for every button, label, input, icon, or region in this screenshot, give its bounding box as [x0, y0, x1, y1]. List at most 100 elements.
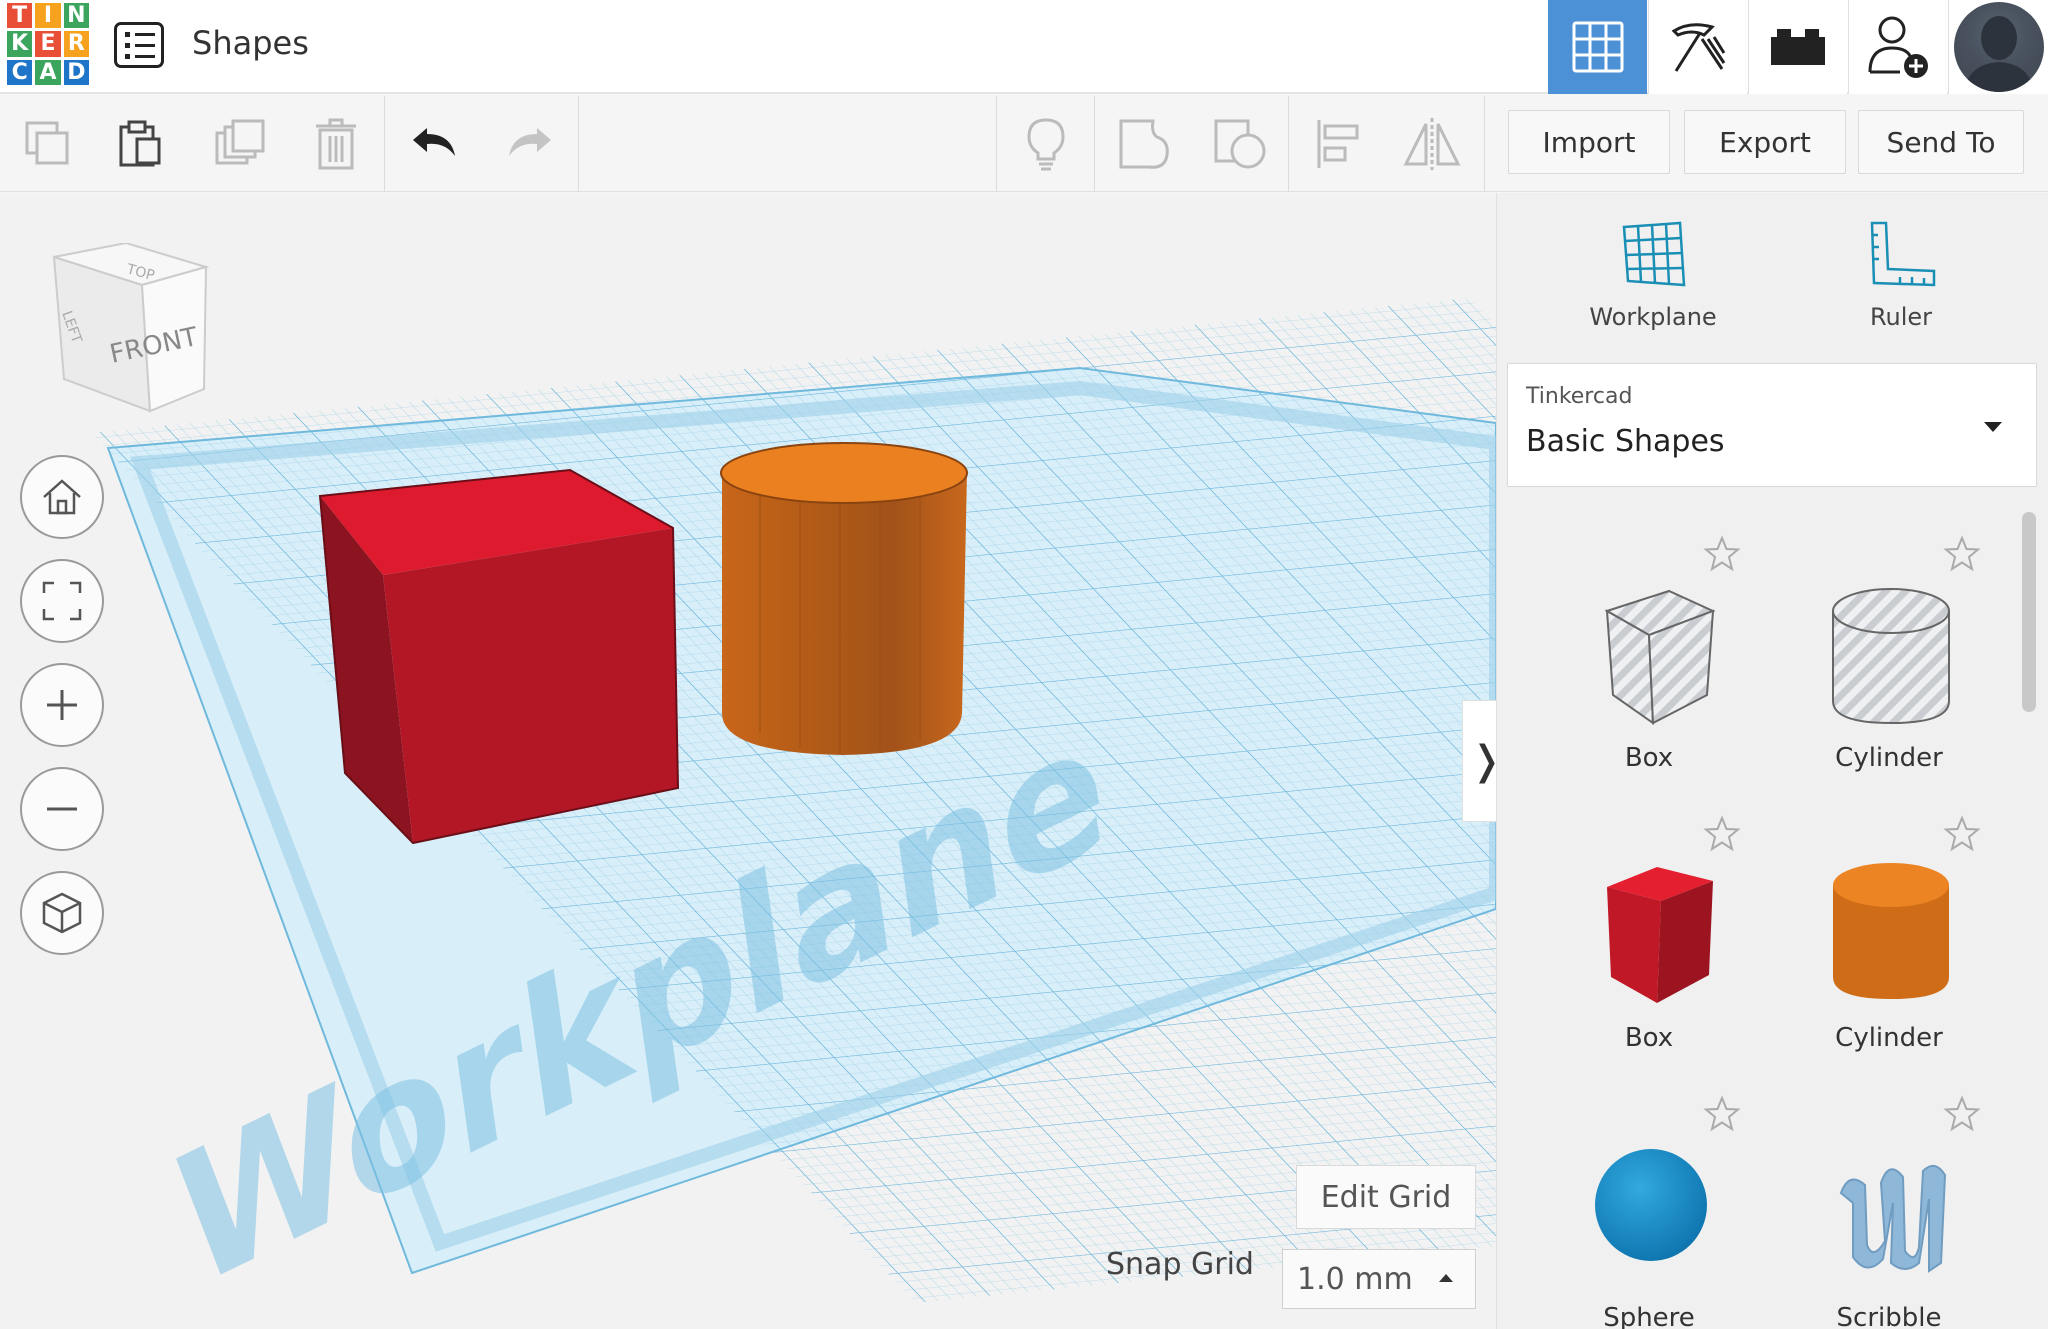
toolbar-divider: [384, 96, 385, 192]
ungroup-button[interactable]: [1210, 114, 1270, 174]
snap-grid-label: Snap Grid: [1106, 1247, 1254, 1282]
notes-button[interactable]: [1016, 114, 1076, 174]
logo-letter: I: [35, 3, 61, 29]
3d-design-button[interactable]: [1548, 0, 1647, 94]
shape-item[interactable]: Sphere: [1529, 1075, 1769, 1329]
shapes-panel: Workplane Ruler Tinkercad Basic Shapes B…: [1496, 193, 2048, 1329]
library-name: Basic Shapes: [1526, 424, 1725, 459]
shape-item[interactable]: Box: [1529, 515, 1769, 775]
star-icon[interactable]: [1943, 815, 1981, 853]
3d-viewport[interactable]: Workplane TOP LEFT FRONT Edit Grid Snap …: [0, 193, 1496, 1329]
top-bar: T I N K E R C A D Shapes: [0, 0, 2048, 94]
logo-letter: T: [7, 3, 33, 29]
snap-grid-value: 1.0 mm: [1297, 1261, 1413, 1297]
shape-label: Box: [1624, 743, 1674, 773]
workplane-scene[interactable]: Workplane: [0, 193, 1496, 1329]
toolbar-divider: [1484, 96, 1485, 192]
tinkercad-logo[interactable]: T I N K E R C A D: [4, 0, 92, 88]
shape-list: Box Cylinder Box Cylinder Sphere Scribbl…: [1497, 503, 2027, 1329]
mirror-icon: [1403, 118, 1461, 170]
chevron-up-icon: [1439, 1274, 1453, 1282]
shape-list-scrollbar[interactable]: [2022, 512, 2036, 712]
star-icon[interactable]: [1943, 1095, 1981, 1133]
paste-button[interactable]: [110, 114, 170, 174]
shape-label: Box: [1624, 1023, 1674, 1053]
shape-label: Cylinder: [1835, 1023, 1943, 1053]
duplicate-button[interactable]: [210, 114, 270, 174]
group-icon: [1119, 119, 1169, 169]
copy-button[interactable]: [18, 114, 78, 174]
workplane-icon: [1622, 221, 1686, 287]
star-icon[interactable]: [1703, 535, 1741, 573]
send-to-button[interactable]: Send To: [1858, 110, 2024, 174]
codeblocks-icon: [1671, 23, 1726, 72]
mirror-button[interactable]: [1402, 114, 1462, 174]
design-list-button[interactable]: [114, 22, 164, 68]
trash-icon: [316, 118, 356, 170]
invite-user-button[interactable]: [1848, 0, 1947, 94]
logo-letter: C: [7, 59, 33, 85]
edit-grid-button[interactable]: Edit Grid: [1296, 1165, 1476, 1229]
paste-icon: [119, 120, 161, 167]
edit-toolbar: Import Export Send To: [0, 96, 2048, 192]
group-button[interactable]: [1114, 114, 1174, 174]
perspective-toggle-button[interactable]: [20, 871, 104, 955]
minus-icon: [47, 807, 77, 811]
export-button[interactable]: Export: [1684, 110, 1846, 174]
invite-user-icon: [1868, 16, 1928, 78]
workplane-tool[interactable]: Workplane: [1563, 219, 1743, 331]
logo-letter: D: [63, 59, 89, 85]
fit-to-view-icon: [42, 581, 82, 621]
bricks-icon: [1771, 29, 1825, 65]
design-title[interactable]: Shapes: [192, 24, 309, 62]
logo-letter: E: [35, 31, 61, 57]
collapse-panel-button[interactable]: ❭: [1462, 700, 1496, 822]
shape-item[interactable]: Cylinder: [1769, 795, 2009, 1055]
snap-grid-select[interactable]: 1.0 mm: [1282, 1249, 1476, 1309]
fit-view-button[interactable]: [20, 559, 104, 643]
lightbulb-icon: [1027, 118, 1065, 171]
bricks-button[interactable]: [1748, 0, 1847, 94]
star-icon[interactable]: [1703, 815, 1741, 853]
align-button[interactable]: [1308, 114, 1368, 174]
perspective-cube-icon: [42, 892, 82, 934]
toolbar-divider: [1288, 96, 1289, 192]
shape-label: Scribble: [1836, 1303, 1942, 1329]
home-icon: [43, 479, 81, 515]
import-button[interactable]: Import: [1508, 110, 1670, 174]
align-icon: [1317, 120, 1359, 168]
view-cube[interactable]: TOP LEFT FRONT: [50, 241, 210, 413]
toolbar-divider: [1094, 96, 1095, 192]
logo-letter: A: [35, 59, 61, 85]
library-category: Tinkercad: [1526, 384, 1633, 409]
avatar-button[interactable]: [1948, 0, 2048, 94]
ruler-tool[interactable]: Ruler: [1811, 219, 1991, 331]
copy-icon: [25, 121, 69, 165]
delete-button[interactable]: [306, 114, 366, 174]
orange-cylinder-object[interactable]: [720, 442, 968, 755]
shape-item[interactable]: Scribble: [1769, 1075, 2009, 1329]
shape-item[interactable]: Box: [1529, 795, 1769, 1055]
logo-letter: N: [63, 3, 89, 29]
zoom-out-button[interactable]: [20, 767, 104, 851]
star-icon[interactable]: [1703, 1095, 1741, 1133]
shape-library-select[interactable]: Tinkercad Basic Shapes: [1507, 363, 2037, 487]
ruler-tool-label: Ruler: [1869, 303, 1933, 331]
workplane-tool-label: Workplane: [1589, 303, 1717, 331]
logo-letter: R: [63, 31, 89, 57]
shape-item[interactable]: Cylinder: [1769, 515, 2009, 775]
ruler-icon: [1870, 221, 1936, 287]
toolbar-divider: [578, 96, 579, 192]
plus-icon: [47, 690, 77, 720]
redo-button[interactable]: [500, 114, 560, 174]
red-box-object[interactable]: [318, 468, 680, 845]
star-icon[interactable]: [1943, 535, 1981, 573]
codeblocks-button[interactable]: [1648, 0, 1747, 94]
shape-label: Sphere: [1603, 1303, 1695, 1329]
home-view-button[interactable]: [20, 455, 104, 539]
zoom-in-button[interactable]: [20, 663, 104, 747]
duplicate-icon: [215, 119, 265, 165]
undo-button[interactable]: [404, 114, 464, 174]
ungroup-icon: [1214, 119, 1266, 169]
undo-icon: [413, 128, 455, 156]
